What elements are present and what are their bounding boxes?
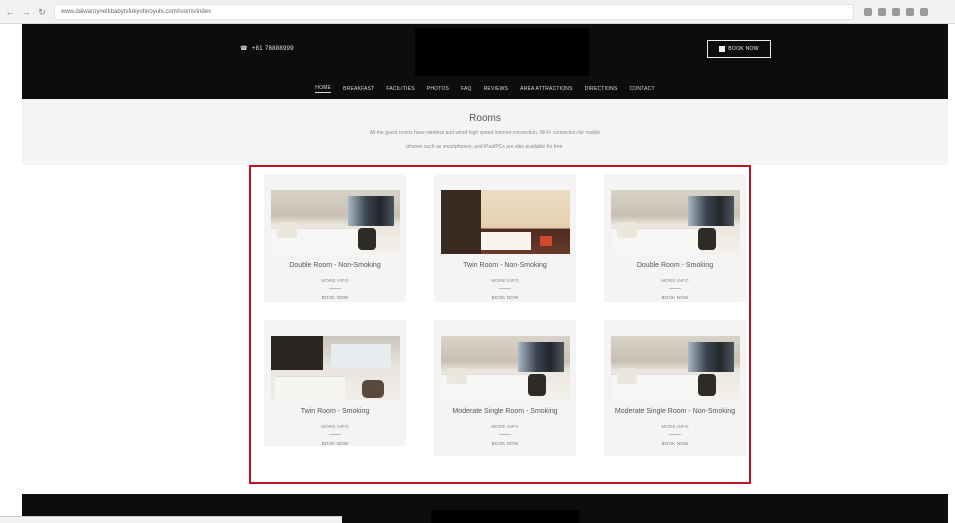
nav-item-reviews[interactable]: REVIEWS (484, 86, 508, 93)
room-title[interactable]: Twin Room - Non-Smoking (434, 261, 576, 270)
extension-icon[interactable] (864, 7, 872, 16)
room-card[interactable]: Twin Room - Smoking MORE INFO BOOK NOW (264, 320, 406, 446)
nav-item-area-attractions[interactable]: AREA ATTRACTIONS (520, 86, 573, 93)
nav-item-contact[interactable]: CONTACT (630, 86, 655, 93)
url-text: www.daiwaroynetkbabytsfukyohiroyuhi.com/… (61, 8, 212, 15)
site-logo[interactable] (415, 28, 589, 76)
room-title[interactable]: Moderate Single Room - Smoking (434, 407, 576, 416)
divider (329, 434, 341, 435)
menu-icon[interactable] (920, 7, 928, 16)
room-title[interactable]: Double Room - Non-Smoking (264, 261, 406, 270)
room-card[interactable]: Double Room - Non-Smoking MORE INFO BOOK… (264, 174, 406, 302)
more-info-link[interactable]: MORE INFO (434, 278, 576, 283)
book-now-link[interactable]: BOOK NOW (264, 295, 406, 300)
browser-toolbar: ← → ↻ www.daiwaroynetkbabytsfukyohiroyuh… (0, 0, 955, 24)
extension-icons (864, 7, 928, 16)
room-title[interactable]: Double Room - Smoking (604, 261, 746, 270)
intro-line-2: phones such as smartphones, and iPad/PCs… (406, 144, 564, 150)
room-card[interactable]: Moderate Single Room - Non-Smoking MORE … (604, 320, 746, 456)
phone-label: +81 78888999 (251, 45, 294, 52)
address-bar[interactable]: www.daiwaroynetkbabytsfukyohiroyuhi.com/… (54, 3, 854, 20)
page-title: Rooms (469, 113, 501, 124)
book-now-label: BOOK NOW (728, 46, 759, 52)
nav-item-directions[interactable]: DIRECTIONS (585, 86, 618, 93)
nav-item-faq[interactable]: FAQ (461, 86, 472, 93)
divider (499, 288, 511, 289)
divider (669, 434, 681, 435)
divider (669, 288, 681, 289)
twin-room-smoking-photo[interactable] (270, 336, 400, 400)
extension-icon[interactable] (878, 7, 886, 16)
divider (499, 434, 511, 435)
main-navigation: HOME BREAKFAST FACILITIES PHOTOS FAQ REV… (22, 81, 948, 97)
bookmark-icon[interactable] (906, 7, 914, 16)
nav-item-photos[interactable]: PHOTOS (427, 86, 449, 93)
book-now-link[interactable]: BOOK NOW (434, 295, 576, 300)
room-card[interactable]: Double Room - Smoking MORE INFO BOOK NOW (604, 174, 746, 302)
room-card[interactable]: Twin Room - Non-Smoking MORE INFO BOOK N… (434, 174, 576, 302)
footer-logo[interactable] (431, 510, 579, 523)
reload-icon[interactable]: ↻ (36, 6, 48, 18)
room-title[interactable]: Moderate Single Room - Non-Smoking (604, 407, 746, 416)
calendar-icon (719, 46, 726, 52)
room-card[interactable]: Moderate Single Room - Smoking MORE INFO… (434, 320, 576, 456)
nav-item-facilities[interactable]: FACILITIES (386, 86, 414, 93)
nav-item-breakfast[interactable]: BREAKFAST (343, 86, 374, 93)
intro-line-1: All the guest rooms have wireless and wi… (369, 130, 601, 136)
single-room-photo[interactable] (440, 336, 570, 400)
single-room-photo[interactable] (610, 336, 740, 400)
book-now-link[interactable]: BOOK NOW (604, 441, 746, 446)
forward-icon[interactable]: → (20, 6, 32, 18)
more-info-link[interactable]: MORE INFO (604, 278, 746, 283)
divider (329, 288, 341, 289)
site-header: ☎ +81 78888999 BOOK NOW HOME BREAKFAST F… (22, 24, 948, 99)
book-now-link[interactable]: BOOK NOW (434, 441, 576, 446)
book-now-link[interactable]: BOOK NOW (264, 441, 406, 446)
book-now-link[interactable]: BOOK NOW (604, 295, 746, 300)
double-room-photo[interactable] (610, 190, 740, 254)
more-info-link[interactable]: MORE INFO (264, 278, 406, 283)
phone-number[interactable]: ☎ +81 78888999 (240, 45, 294, 53)
twin-room-photo[interactable] (440, 190, 570, 254)
book-now-button[interactable]: BOOK NOW (707, 40, 771, 58)
browser-status-bar (0, 516, 342, 523)
rooms-intro: Rooms All the guest rooms have wireless … (22, 99, 948, 165)
phone-icon: ☎ (240, 46, 248, 52)
double-room-photo[interactable] (270, 190, 400, 254)
more-info-link[interactable]: MORE INFO (604, 424, 746, 429)
nav-item-home[interactable]: HOME (315, 85, 332, 93)
more-info-link[interactable]: MORE INFO (434, 424, 576, 429)
more-info-link[interactable]: MORE INFO (264, 424, 406, 429)
back-icon[interactable]: ← (4, 6, 16, 18)
room-title[interactable]: Twin Room - Smoking (264, 407, 406, 416)
extension-icon[interactable] (892, 7, 900, 16)
